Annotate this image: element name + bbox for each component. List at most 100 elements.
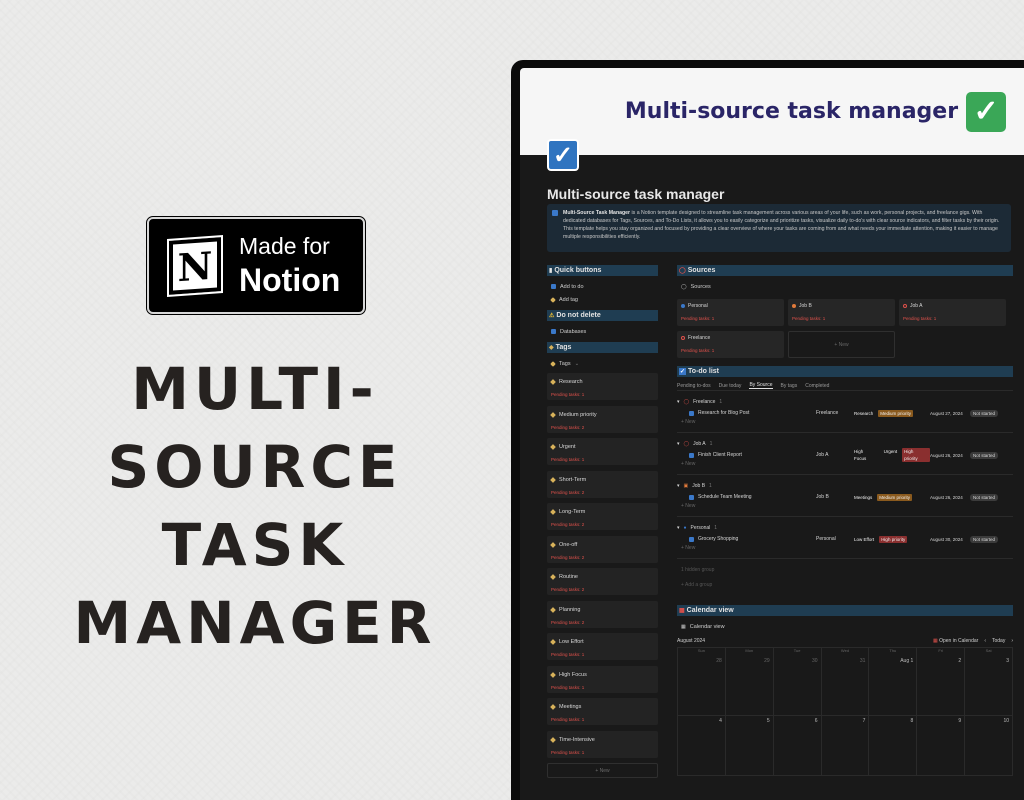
table-row[interactable]: Grocery Shopping Personal Low Effort High… — [677, 533, 1013, 545]
hero-title: MULTI-SOURCE TASK MANAGER — [73, 355, 437, 657]
tag-card[interactable]: High Focus Pending tasks: 1 — [547, 665, 658, 693]
calendar-view-tab[interactable]: ▦ Calendar view — [677, 620, 1013, 633]
add-to-do-button[interactable]: Add to do — [547, 280, 658, 293]
circle-icon: ◯ — [679, 268, 686, 274]
circle-icon: ◯ — [681, 283, 687, 290]
left-column: ▮ Quick buttons Add to do Add tag ⚠ Do n… — [547, 265, 658, 778]
calendar-day[interactable]: 2 — [917, 656, 966, 716]
tag-icon — [550, 476, 556, 483]
tag-icon: ◆ — [549, 345, 554, 351]
status-badge: Not started — [970, 493, 999, 501]
tag-icon — [550, 606, 556, 613]
tag-card[interactable]: Planning Pending tasks: 2 — [547, 600, 658, 628]
source-card[interactable]: Job A Pending tasks: 1 — [899, 299, 1006, 326]
page-cover[interactable]: Multi-source task manager ✓ — [520, 68, 1024, 155]
today-button[interactable]: Today — [992, 638, 1005, 644]
tag-card[interactable]: Research Pending tasks: 1 — [547, 373, 658, 400]
calendar-day[interactable]: 28 — [678, 656, 726, 716]
tag-card[interactable]: Urgent Pending tasks: 1 — [547, 438, 658, 465]
tag-icon — [550, 296, 556, 303]
circle-icon — [681, 336, 685, 340]
table-row[interactable]: Schedule Team Meeting Job B Meetings Medi… — [677, 491, 1013, 503]
calendar-month: August 2024 — [677, 638, 706, 644]
tab-due-today[interactable]: Due today — [719, 383, 742, 389]
prev-month-icon[interactable]: ‹ — [984, 638, 986, 644]
calendar-day[interactable]: 8 — [869, 716, 918, 776]
sources-heading: ◯ Sources — [677, 265, 1013, 276]
checkbox-icon[interactable] — [689, 410, 694, 416]
todo-view-tabs: Pending to-dos Due today By Source By ta… — [677, 381, 1013, 391]
calendar-day[interactable]: 30 — [773, 656, 822, 716]
new-row-button[interactable]: + New — [677, 461, 1013, 470]
calendar-icon: ▦ — [932, 638, 938, 644]
tag-card[interactable]: One-off Pending tasks: 2 — [547, 535, 658, 563]
circle-icon: ◯ — [683, 441, 690, 447]
briefcase-icon — [792, 304, 796, 308]
todo-heading: ✓ To-do list — [677, 366, 1013, 377]
notion-logo-icon: N — [165, 234, 227, 297]
table-row[interactable]: Finish Client Report Job A High Focus Urg… — [677, 448, 1013, 462]
status-badge: Not started — [970, 535, 999, 543]
calendar-day[interactable]: 3 — [965, 656, 1013, 716]
database-icon — [551, 329, 556, 334]
source-group: ▾ ● Personal 1 Grocery Shopping Personal Lo… — [677, 523, 1013, 559]
description-callout[interactable]: Multi-Source Task Manager is a Notion te… — [547, 204, 1011, 252]
databases-link[interactable]: Databases — [547, 325, 658, 338]
tab-completed[interactable]: Completed — [805, 383, 829, 389]
tab-by-source[interactable]: By Source — [749, 382, 773, 389]
tag-icon — [550, 360, 556, 367]
tag-icon — [550, 379, 556, 385]
button-icon: ▮ — [549, 268, 553, 274]
new-row-button[interactable]: + New — [677, 503, 1013, 512]
right-column: ◯ Sources ◯ Sources Personal Pending task… — [677, 265, 1013, 776]
tag-card[interactable]: Routine Pending tasks: 2 — [547, 568, 658, 595]
checkbox-icon[interactable] — [689, 536, 694, 542]
tag-card[interactable]: Medium priority Pending tasks: 2 — [547, 405, 658, 433]
checkbox-icon[interactable] — [689, 452, 694, 458]
tag-card[interactable]: Long-Term Pending tasks: 2 — [547, 503, 658, 530]
new-source-button[interactable]: + New — [788, 331, 895, 358]
calendar-day[interactable]: 31 — [821, 656, 870, 716]
table-row[interactable]: Research for Blog Post Freelance Researc… — [677, 407, 1013, 419]
sources-view-tab[interactable]: ◯ Sources — [677, 280, 1013, 293]
tab-pending-todos[interactable]: Pending to-dos — [677, 383, 711, 389]
source-card[interactable]: Freelance Pending tasks: 1 — [677, 331, 784, 358]
tab-by-tags[interactable]: By tags — [781, 383, 798, 389]
source-card[interactable]: Personal Pending tasks: 1 — [677, 299, 784, 326]
info-icon — [552, 210, 558, 216]
tag-card[interactable]: Meetings Pending tasks: 1 — [547, 698, 658, 725]
source-card[interactable]: Job B Pending tasks: 1 — [788, 299, 895, 326]
checkbox-icon[interactable] — [689, 494, 694, 500]
page-check-icon[interactable]: ✓ — [547, 139, 579, 171]
new-tag-button[interactable]: + New — [547, 763, 658, 778]
tag-card[interactable]: Time-Intensive Pending tasks: 1 — [547, 730, 658, 758]
page-title[interactable]: Multi-source task manager — [547, 186, 724, 202]
calendar-day[interactable]: 5 — [725, 716, 774, 776]
calendar-day[interactable]: 7 — [821, 716, 870, 776]
calendar-day[interactable]: 9 — [917, 716, 966, 776]
tags-heading: ◆ Tags — [547, 342, 658, 353]
tag-card[interactable]: Low Effort Pending tasks: 1 — [547, 633, 658, 660]
cover-title: Multi-source task manager — [624, 99, 959, 124]
checkbox-icon — [551, 284, 556, 289]
next-month-icon[interactable]: › — [1011, 638, 1013, 644]
new-row-button[interactable]: + New — [677, 419, 1013, 428]
source-group: ▾ ◯ Freelance 1 Research for Blog Post Free… — [677, 397, 1013, 433]
hidden-groups-toggle[interactable]: 1 hidden group — [677, 567, 1013, 576]
add-group-button[interactable]: + Add a group — [677, 582, 1013, 591]
calendar-day[interactable]: 4 — [678, 716, 726, 776]
calendar-day[interactable]: 29 — [725, 656, 774, 716]
status-badge: Not started — [970, 451, 999, 459]
triangle-down-icon: ▾ — [677, 483, 680, 489]
calendar-day[interactable]: 6 — [773, 716, 822, 776]
add-tag-button[interactable]: Add tag — [547, 293, 658, 306]
calendar-icon: ▦ — [679, 608, 685, 614]
tag-card[interactable]: Short-Term Pending tasks: 2 — [547, 470, 658, 498]
tag-icon — [550, 639, 556, 645]
calendar-day[interactable]: Aug 1 — [869, 656, 918, 716]
calendar-day[interactable]: 10 — [965, 716, 1013, 776]
new-row-button[interactable]: + New — [677, 545, 1013, 554]
open-in-calendar-button[interactable]: ▦ Open in Calendar — [933, 638, 978, 644]
circle-icon — [903, 304, 907, 308]
tags-view-selector[interactable]: Tags ⌄ — [547, 357, 658, 370]
